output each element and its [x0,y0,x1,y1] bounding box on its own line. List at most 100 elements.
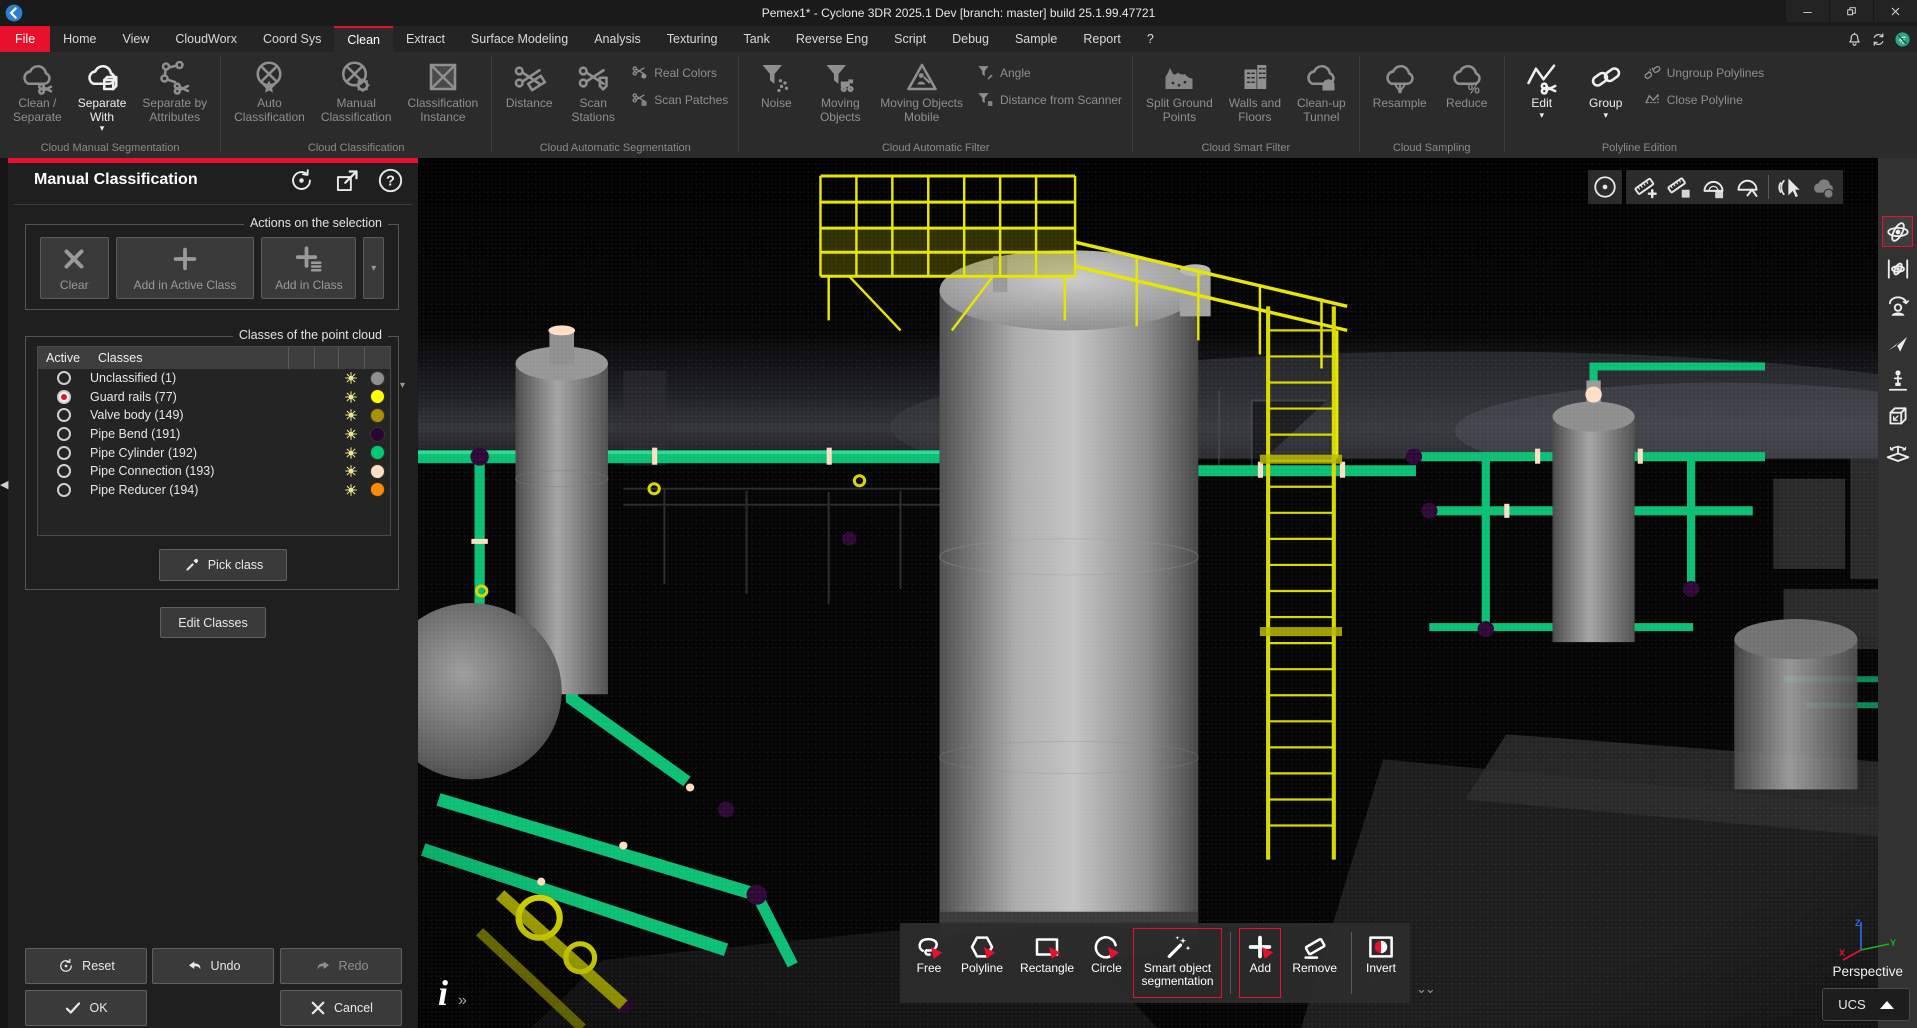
ribbon-button-ungroup-polylines[interactable]: Ungroup Polylines [1639,62,1768,83]
menu-texturing[interactable]: Texturing [654,26,731,52]
class-row-unclassified-1[interactable]: Unclassified (1) [38,369,390,388]
menu-debug[interactable]: Debug [939,26,1002,52]
pick-class-button[interactable]: Pick class [159,549,287,581]
visibility-toggle[interactable] [338,407,364,423]
target-tool-button[interactable] [1588,170,1622,204]
ribbon-button-distance-from-scanner[interactable]: Distance from Scanner [972,89,1126,110]
add-in-class-dropdown[interactable]: ▾ [363,237,384,299]
smart-object-segmentation-tool-button[interactable]: Smart object segmentation [1133,928,1223,998]
active-radio[interactable] [57,464,71,478]
redo-button[interactable]: Redo [280,948,402,984]
menu-home[interactable]: Home [50,26,109,52]
info-icon[interactable]: i [438,976,448,1010]
menu-?[interactable]: ? [1134,26,1167,52]
active-radio[interactable] [57,427,71,441]
help-button[interactable]: ? [377,167,404,194]
active-radio[interactable] [57,483,71,497]
expand-chevrons-icon[interactable]: » [458,992,467,1010]
class-row-guard-rails-77[interactable]: Guard rails (77) [38,388,390,407]
ruler-plus-tool-button[interactable] [1632,174,1659,201]
clear-button[interactable]: Clear [40,237,109,299]
class-row-valve-body-149[interactable]: Valve body (149) [38,406,390,425]
active-radio[interactable] [57,390,71,404]
column-header-classes[interactable]: Classes [90,347,288,369]
ribbon-button-moving-objects-mobile[interactable]: Moving Objects Mobile [873,56,970,124]
detach-dialog-button[interactable] [334,167,361,194]
invert-tool-button[interactable]: Invert [1360,928,1402,998]
menu-cloudworx[interactable]: CloudWorx [162,26,250,52]
offline-status-icon[interactable] [1894,31,1911,48]
class-color-swatch[interactable] [370,371,385,386]
restore-button[interactable] [1829,0,1873,22]
ribbon-button-walls-and-floors[interactable]: Walls and Floors [1222,56,1288,124]
menu-surface-modeling[interactable]: Surface Modeling [458,26,581,52]
visibility-toggle[interactable] [338,445,364,461]
ribbon-button-reduce[interactable]: %Reduce [1436,56,1498,111]
ribbon-button-moving-objects[interactable]: Moving Objects [809,56,871,124]
ribbon-button-resample[interactable]: Resample [1366,56,1434,111]
cancel-button[interactable]: Cancel [280,990,402,1026]
pick-arrow-tool-button[interactable] [1776,174,1803,201]
ribbon-button-manual-classification[interactable]: Manual Classification [314,56,399,124]
classes-scroll-button[interactable]: ▾ [400,380,405,391]
class-color-swatch[interactable] [370,464,385,479]
ribbon-button-group[interactable]: Group▾ [1575,56,1637,119]
notifications-bell-icon[interactable] [1846,31,1863,48]
walk-nav-button[interactable] [1882,364,1913,395]
ribbon-button-clean-up-tunnel[interactable]: Clean-up Tunnel [1290,56,1353,124]
reset-button[interactable]: Reset [25,948,147,984]
orbit-nav-button[interactable] [1882,216,1913,247]
close-button[interactable] [1873,0,1917,22]
ribbon-button-close-polyline[interactable]: Close Polyline [1639,89,1768,110]
visibility-toggle[interactable] [338,426,364,442]
ribbon-button-separate-by-attributes[interactable]: Separate by Attributes [135,56,214,124]
undo-button[interactable]: Undo [152,948,274,984]
column-header-active[interactable]: Active [38,347,90,369]
ribbon-button-real-colors[interactable]: Real Colors [626,62,732,83]
class-row-pipe-bend-191[interactable]: Pipe Bend (191) [38,425,390,444]
history-button[interactable] [288,167,315,194]
toolbar-expand-chevron-icon[interactable]: ⌄⌄ [1416,981,1434,997]
sync-icon[interactable] [1870,31,1887,48]
polyline-tool-button[interactable]: Polyline [955,928,1009,998]
menu-view[interactable]: View [110,26,163,52]
ruler-cube-tool-button[interactable] [1666,174,1693,201]
menu-clean[interactable]: Clean [334,26,393,52]
panel-collapse-handle[interactable]: ◀ [0,478,8,491]
active-radio[interactable] [57,408,71,422]
cloud-solid-tool-button[interactable] [1810,174,1837,201]
class-row-pipe-reducer-194[interactable]: Pipe Reducer (194) [38,481,390,500]
ribbon-button-classification-instance[interactable]: Classification Instance [401,56,486,124]
circle-tool-button[interactable]: Circle [1085,928,1128,998]
menu-extract[interactable]: Extract [393,26,458,52]
visibility-toggle[interactable] [338,389,364,405]
menu-file[interactable]: File [0,26,50,52]
ribbon-button-split-ground-points[interactable]: Split Ground Points [1139,56,1220,124]
class-row-pipe-connection-193[interactable]: Pipe Connection (193) [38,462,390,481]
minimize-button[interactable] [1785,0,1829,22]
menu-sample[interactable]: Sample [1002,26,1070,52]
look-nav-button[interactable] [1882,290,1913,321]
visibility-toggle[interactable] [338,463,364,479]
active-radio[interactable] [57,371,71,385]
free-tool-button[interactable]: Free [908,928,950,998]
orbit-walls-nav-button[interactable] [1882,253,1913,284]
class-color-swatch[interactable] [370,408,385,423]
menu-script[interactable]: Script [881,26,939,52]
ribbon-button-scan-patches[interactable]: Scan Patches [626,89,732,110]
ribbon-button-noise[interactable]: Noise [745,56,807,111]
ribbon-button-auto-classification[interactable]: Auto Classification [227,56,312,124]
add-in-active-class-button[interactable]: Add in Active Class [116,237,255,299]
class-color-swatch[interactable] [370,445,385,460]
ok-button[interactable]: OK [25,990,147,1026]
protractor-line-tool-button[interactable] [1734,174,1761,201]
ribbon-button-angle[interactable]: Angle [972,62,1126,83]
ribbon-button-scan-stations[interactable]: Scan Stations [562,56,624,124]
add-tool-button[interactable]: Add [1239,928,1281,998]
menu-report[interactable]: Report [1070,26,1134,52]
viewport-3d[interactable]: FreePolylineRectangleCircleSmart object … [418,158,1917,1028]
ucs-button[interactable]: UCS [1822,988,1910,1021]
remove-tool-button[interactable]: Remove [1286,928,1343,998]
add-in-class-button[interactable]: Add in Class [261,237,356,299]
ribbon-button-clean-separate[interactable]: Clean / Separate [6,56,69,124]
